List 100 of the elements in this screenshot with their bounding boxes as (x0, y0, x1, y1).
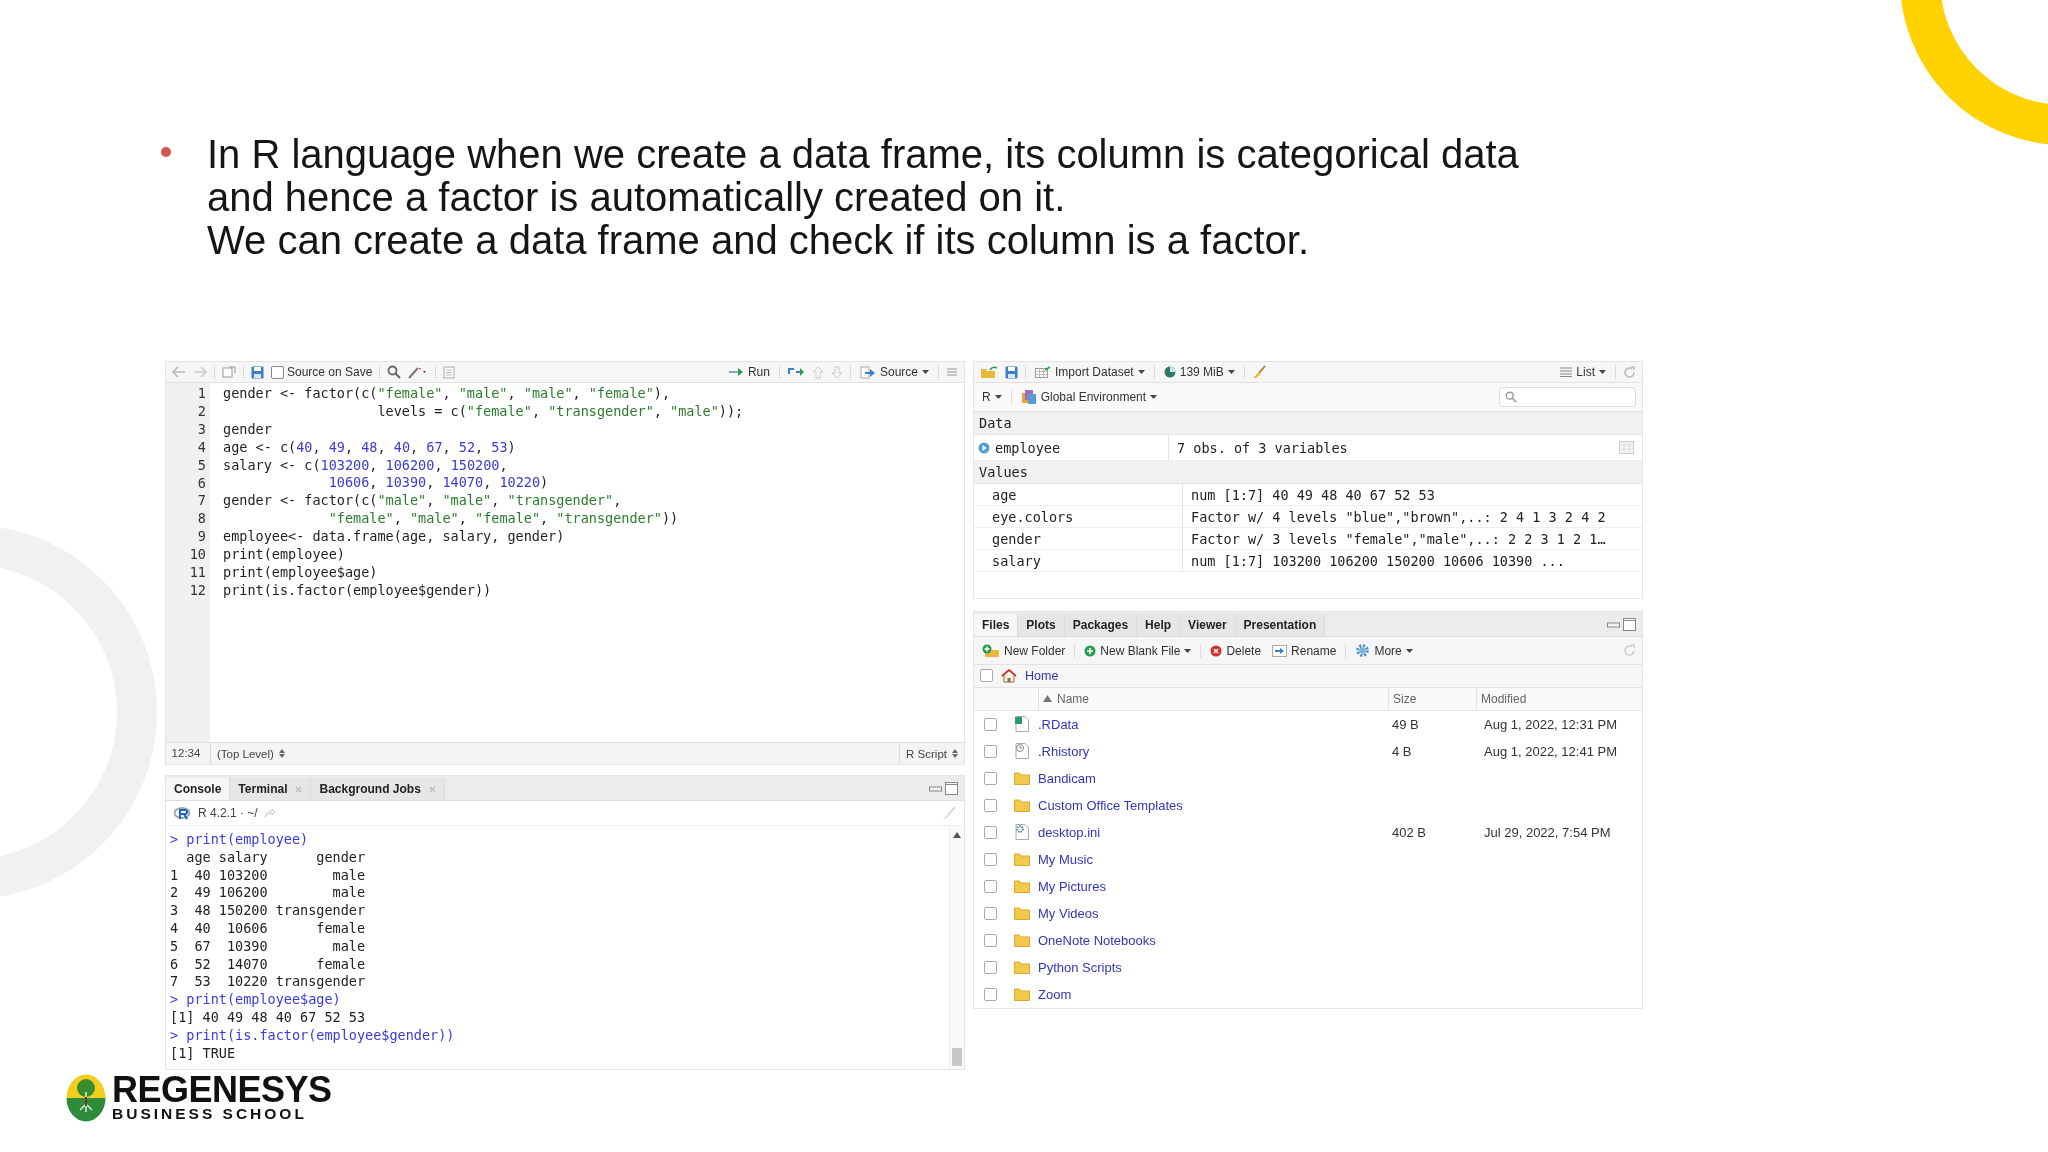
save-icon[interactable] (1005, 365, 1018, 379)
rename-icon (1272, 644, 1288, 657)
file-link[interactable]: .Rhistory (1038, 743, 1090, 759)
folder-open-icon[interactable] (980, 365, 998, 379)
file-type-dropdown[interactable]: R Script (899, 743, 964, 764)
scroll-thumb[interactable] (952, 1048, 962, 1066)
up-arrow-icon[interactable] (811, 365, 824, 379)
path-link[interactable]: Home (1025, 668, 1059, 683)
rerun-icon[interactable] (786, 366, 805, 378)
home-icon[interactable] (1001, 668, 1017, 683)
checkbox[interactable] (271, 365, 284, 379)
down-arrow-icon[interactable] (830, 365, 843, 379)
checkbox[interactable] (983, 825, 997, 839)
column-header[interactable]: Name (1057, 691, 1089, 706)
logo-subtitle: BUSINESS SCHOOL (112, 1105, 308, 1122)
more-button[interactable]: More (1353, 643, 1415, 658)
pane-tab[interactable]: Viewer (1180, 614, 1236, 636)
variable-value: num [1:7] 40 49 48 40 67 52 53 (1191, 486, 1435, 503)
environment-dropdown[interactable]: Global Environment (1018, 389, 1160, 405)
folder-plus-icon (982, 643, 1000, 658)
file-link[interactable]: Python Scripts (1038, 959, 1122, 975)
broom-icon[interactable] (942, 806, 956, 820)
page-icon[interactable] (443, 365, 456, 379)
bullet-icon (161, 147, 171, 157)
window-icon[interactable] (222, 365, 236, 379)
variable-name: employee (995, 439, 1061, 456)
column-header[interactable]: Modified (1481, 691, 1527, 706)
pane-tab[interactable]: Presentation (1235, 614, 1326, 636)
file-modified: Aug 1, 2022, 12:31 PM (1484, 716, 1617, 732)
checkbox[interactable] (983, 933, 997, 947)
grid-icon[interactable] (1619, 441, 1634, 454)
wand-icon[interactable] (408, 365, 429, 379)
file-link[interactable]: Bandicam (1038, 770, 1096, 786)
forward-arrow-icon[interactable] (193, 366, 207, 378)
pane-tab[interactable]: Packages (1064, 614, 1138, 636)
checkbox[interactable] (983, 798, 997, 812)
language-dropdown[interactable]: R (980, 390, 1004, 404)
checkbox[interactable] (983, 852, 997, 866)
console-line: 6 52 14070 female (170, 955, 366, 974)
file-link[interactable]: Custom Office Templates (1038, 797, 1183, 813)
file-link[interactable]: OneNote Notebooks (1038, 932, 1156, 948)
close-icon[interactable] (295, 785, 303, 793)
console-tab[interactable]: Console (166, 778, 231, 800)
new-file-button[interactable]: New Blank File (1082, 643, 1194, 658)
caret-icon (1137, 370, 1145, 374)
console-tab[interactable]: Terminal (230, 778, 312, 800)
file-link[interactable]: My Music (1038, 851, 1093, 867)
checkbox[interactable] (983, 717, 997, 731)
checkbox[interactable] (983, 879, 997, 893)
back-arrow-icon[interactable] (172, 366, 186, 378)
checkbox[interactable] (983, 771, 997, 785)
column-header[interactable]: Size (1393, 691, 1417, 706)
save-icon[interactable] (251, 365, 264, 379)
console-line: 3 48 150200 transgender (170, 902, 366, 920)
pane-tab[interactable]: Help (1137, 614, 1181, 636)
close-icon[interactable] (428, 785, 436, 793)
new-folder-button[interactable]: New Folder (980, 643, 1068, 658)
code-line: print(is.factor(employee$gender)) (223, 581, 492, 598)
checkbox[interactable] (983, 906, 997, 920)
checkbox[interactable] (983, 960, 997, 974)
search-icon (1505, 391, 1517, 403)
file-link[interactable]: .RData (1038, 716, 1079, 732)
file-size: 49 B (1392, 716, 1419, 732)
file-link[interactable]: Zoom (1038, 986, 1072, 1002)
logo-text: REGENESYS (112, 1074, 332, 1105)
memory-usage-button[interactable]: 139 MiB (1161, 365, 1237, 379)
delete-button[interactable]: Delete (1208, 643, 1264, 658)
variable-value: Factor w/ 4 levels "blue","brown",..: 2 4 1 3 2 4 2 (1191, 508, 1606, 525)
file-link[interactable]: My Pictures (1038, 878, 1106, 894)
search-icon[interactable] (387, 365, 402, 379)
expand-icon[interactable] (978, 441, 990, 454)
source-button[interactable]: Source (857, 365, 931, 379)
delete-icon (1210, 644, 1223, 657)
file-link[interactable]: My Videos (1038, 905, 1099, 921)
import-dataset-button[interactable]: Import Dataset (1033, 365, 1147, 379)
checkbox[interactable] (983, 987, 997, 1001)
view-mode-dropdown[interactable]: List (1558, 365, 1608, 379)
scroll-up-icon[interactable] (953, 832, 961, 838)
share-arrow-icon[interactable] (263, 808, 276, 818)
sort-arrow-icon[interactable] (1043, 695, 1052, 703)
checkbox[interactable] (983, 744, 997, 758)
search-field[interactable] (1499, 387, 1636, 407)
scope-dropdown[interactable]: (Top Level) (211, 747, 291, 760)
data-file-icon (1015, 716, 1029, 733)
menu-icon[interactable] (946, 367, 958, 377)
refresh-icon[interactable] (1623, 644, 1636, 657)
code-line: levels = c("female", "transgender", "male")); (376, 402, 744, 419)
broom-icon[interactable] (1251, 365, 1266, 379)
refresh-icon[interactable] (1623, 365, 1636, 379)
file-link[interactable]: desktop.ini (1038, 824, 1101, 840)
maximize-icon[interactable] (945, 781, 958, 795)
pane-tab[interactable]: Files (974, 614, 1019, 636)
maximize-icon[interactable] (1623, 617, 1636, 631)
minimize-icon[interactable] (1607, 620, 1620, 628)
checkbox[interactable] (980, 669, 993, 683)
console-tab[interactable]: Background Jobs (311, 778, 445, 800)
pane-tab[interactable]: Plots (1018, 614, 1065, 636)
run-button[interactable]: Run (725, 365, 772, 379)
minimize-icon[interactable] (929, 784, 942, 792)
rename-button[interactable]: Rename (1270, 643, 1339, 658)
